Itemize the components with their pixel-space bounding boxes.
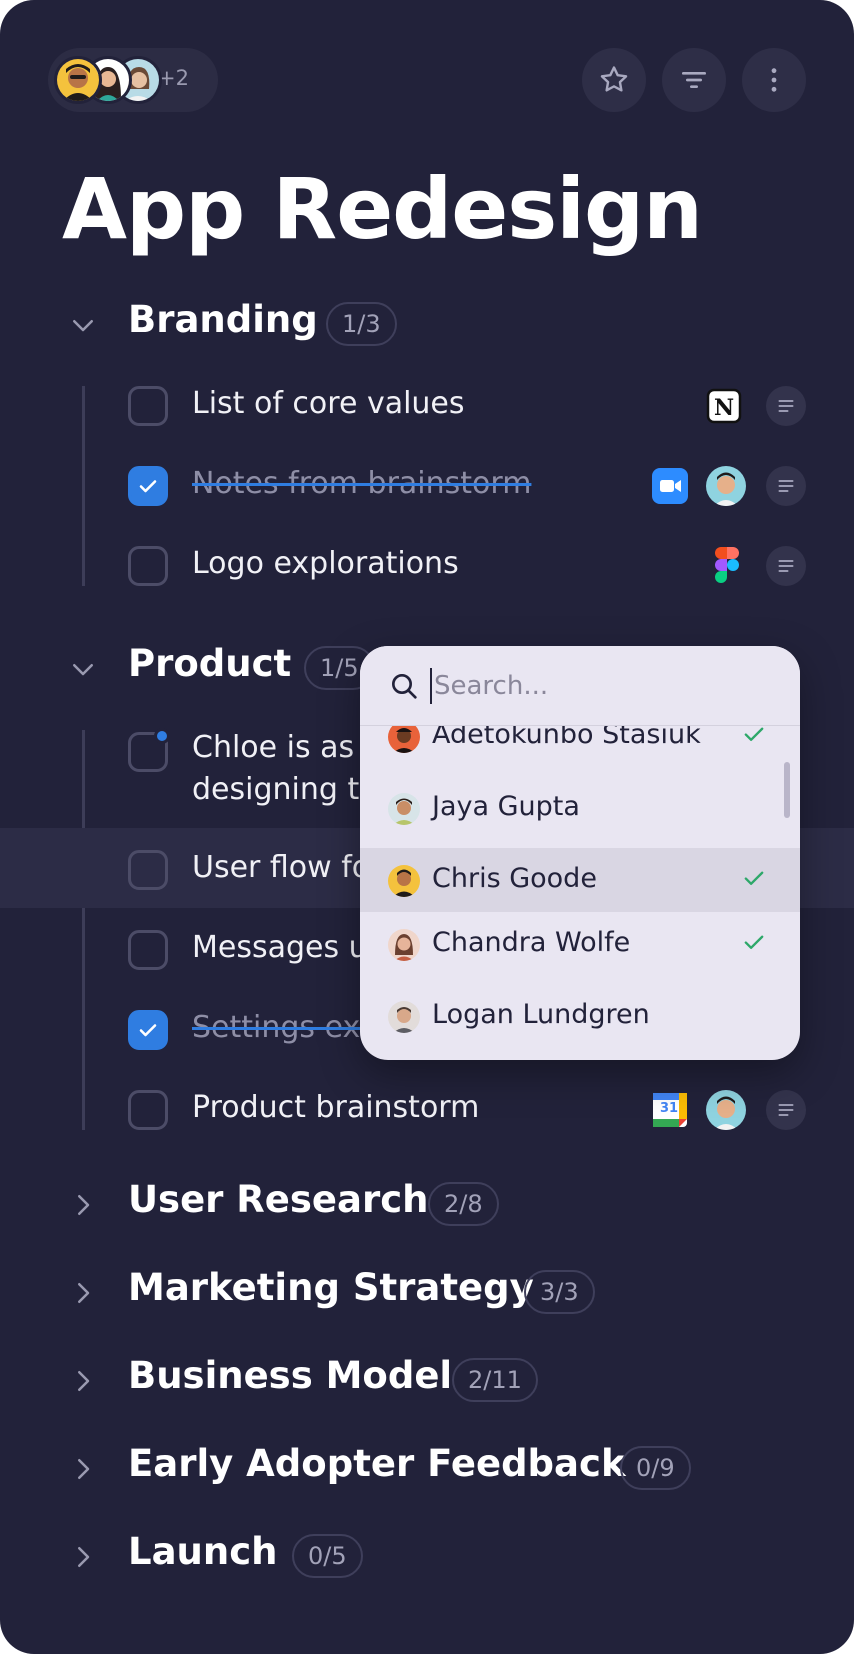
project-panel: +2 App Redesign Branding 1/3 List of cor…	[0, 0, 854, 1654]
details-lines-icon	[778, 400, 794, 412]
option-name: Logan Lundgren	[432, 999, 650, 1030]
option-avatar	[388, 865, 420, 897]
section-header-branding[interactable]: Branding 1/3	[0, 294, 854, 354]
check-icon	[744, 871, 764, 885]
task-checkbox[interactable]	[128, 386, 168, 426]
task-row[interactable]: List of core values N	[0, 384, 854, 428]
svg-text:N: N	[714, 395, 734, 421]
assignee-option-hovered[interactable]: Chris Goode	[360, 848, 800, 912]
details-lines-icon	[778, 480, 794, 492]
task-row[interactable]: Product brainstorm 31	[0, 1088, 854, 1132]
notification-dot	[154, 728, 170, 744]
section-header-launch[interactable]: Launch 0/5	[0, 1526, 854, 1586]
task-details-button[interactable]	[766, 386, 806, 426]
section-title: User Research	[128, 1178, 429, 1221]
chevron-right-icon[interactable]	[68, 1366, 98, 1396]
search-icon	[392, 674, 417, 699]
section-header-user-research[interactable]: User Research 2/8	[0, 1174, 854, 1234]
option-name: Chris Goode	[432, 863, 597, 894]
assignee-avatar[interactable]	[706, 466, 746, 506]
notion-icon[interactable]: N	[706, 388, 742, 424]
task-row[interactable]: Notes from brainstorm	[0, 464, 854, 508]
task-checkbox-checked[interactable]	[128, 466, 168, 506]
star-icon	[600, 66, 628, 92]
task-label: Logo explorations	[192, 546, 459, 581]
task-details-button[interactable]	[766, 546, 806, 586]
task-checkbox[interactable]	[128, 930, 168, 970]
task-label: List of core values	[192, 386, 465, 421]
section-count-badge: 2/11	[452, 1358, 538, 1402]
task-label: Messages u	[192, 930, 368, 965]
chevron-right-icon[interactable]	[68, 1542, 98, 1572]
calendar-day: 31	[659, 1101, 679, 1116]
option-avatar	[388, 929, 420, 961]
filter-icon	[682, 72, 706, 88]
checkmark-icon	[139, 1024, 157, 1037]
task-label: Product brainstorm	[192, 1090, 480, 1125]
section-header-early-adopter-feedback[interactable]: Early Adopter Feedback 0/9	[0, 1438, 854, 1498]
collaborators-group[interactable]: +2	[48, 48, 218, 112]
section-header-marketing-strategy[interactable]: Marketing Strategy 3/3	[0, 1262, 854, 1322]
more-options-button[interactable]	[742, 48, 806, 112]
task-label-line-1: Chloe is as	[192, 730, 355, 765]
option-name: Chandra Wolfe	[432, 927, 631, 958]
task-label: User flow fo	[192, 850, 371, 885]
task-row[interactable]: Logo explorations	[0, 544, 854, 588]
section-title: Marketing Strategy	[128, 1266, 534, 1309]
google-calendar-icon[interactable]: 31	[652, 1092, 688, 1128]
section-title: Launch	[128, 1530, 278, 1573]
option-name: Jaya Gupta	[432, 791, 580, 822]
section-count-badge: 0/9	[620, 1446, 691, 1490]
option-avatar	[388, 1001, 420, 1033]
zoom-icon[interactable]	[652, 468, 688, 504]
checkmark-icon	[139, 480, 157, 493]
section-title: Branding	[128, 298, 318, 341]
assignee-search-input[interactable]	[430, 668, 750, 704]
dropdown-scrollbar[interactable]	[784, 762, 790, 818]
extra-collaborators-count: +2	[158, 66, 189, 90]
assignee-avatar[interactable]	[706, 1090, 746, 1130]
chevron-right-icon[interactable]	[68, 1278, 98, 1308]
section-count-badge: 1/3	[326, 302, 397, 346]
task-details-button[interactable]	[766, 1090, 806, 1130]
more-vertical-icon	[771, 68, 777, 92]
task-checkbox[interactable]	[128, 850, 168, 890]
details-lines-icon	[778, 1104, 794, 1116]
chevron-right-icon[interactable]	[68, 1454, 98, 1484]
task-checkbox[interactable]	[128, 546, 168, 586]
section-header-business-model[interactable]: Business Model 2/11	[0, 1350, 854, 1410]
assignee-option[interactable]: Logan Lundgren	[360, 984, 800, 1048]
option-avatar	[388, 793, 420, 825]
chevron-down-icon[interactable]	[68, 654, 98, 684]
dropdown-search-row	[360, 646, 800, 726]
section-title: Early Adopter Feedback	[128, 1442, 626, 1485]
figma-icon[interactable]	[714, 546, 740, 584]
assignee-option[interactable]: Chandra Wolfe	[360, 912, 800, 976]
task-label: Settings ex	[192, 1010, 361, 1045]
section-title: Product	[128, 642, 292, 685]
chevron-right-icon[interactable]	[68, 1190, 98, 1220]
task-checkbox-checked[interactable]	[128, 1010, 168, 1050]
filter-button[interactable]	[662, 48, 726, 112]
task-label: Notes from brainstorm	[192, 466, 532, 501]
task-checkbox[interactable]	[128, 1090, 168, 1130]
assignee-option[interactable]: Jaya Gupta	[360, 776, 800, 840]
section-count-badge: 2/8	[428, 1182, 499, 1226]
task-details-button[interactable]	[766, 466, 806, 506]
section-title: Business Model	[128, 1354, 453, 1397]
chevron-down-icon[interactable]	[68, 310, 98, 340]
section-count-badge: 3/3	[524, 1270, 595, 1314]
assignee-dropdown: Adetokunbo Stasiuk Jaya Gupta Chris Good…	[360, 646, 800, 1060]
page-title: App Redesign	[62, 160, 703, 258]
details-lines-icon	[778, 560, 794, 572]
task-label-line-2: designing t	[192, 772, 360, 807]
collaborator-avatar[interactable]	[54, 56, 102, 104]
check-icon	[744, 935, 764, 949]
favorite-button[interactable]	[582, 48, 646, 112]
section-count-badge: 0/5	[292, 1534, 363, 1578]
